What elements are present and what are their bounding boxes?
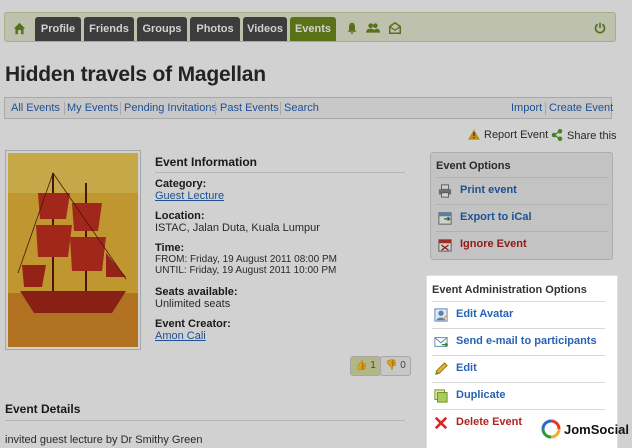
events-subnav: All Events My Events Pending Invitations…	[4, 97, 613, 119]
share-icon	[551, 129, 563, 142]
send-email-option[interactable]: Send e-mail to participants	[432, 328, 605, 354]
seats-field: Seats available: Unlimited seats	[155, 286, 238, 310]
event-information-heading: Event Information	[155, 155, 258, 169]
jomsocial-logo-icon	[541, 419, 561, 439]
duplicate-option[interactable]: Duplicate	[432, 382, 605, 408]
subnav-search[interactable]: Search	[284, 102, 319, 114]
tab-friends[interactable]: Friends	[84, 17, 134, 41]
event-details-heading: Event Details	[5, 402, 81, 416]
like-button[interactable]: 👍 1	[350, 356, 381, 376]
time-from: FROM: Friday, 19 August 2011 08:00 PM	[155, 254, 337, 265]
divider	[545, 102, 546, 115]
edit-option[interactable]: Edit	[432, 355, 605, 381]
event-options-panel: Event Options Print event Export to iCal…	[430, 152, 613, 260]
event-avatar	[5, 150, 141, 350]
dislike-button[interactable]: 👎 0	[380, 356, 411, 376]
subnav-all-events[interactable]: All Events	[11, 102, 60, 114]
export-ical-option[interactable]: Export to iCal	[436, 204, 609, 230]
tab-events[interactable]: Events	[290, 17, 336, 41]
report-event-link[interactable]: Report Event	[468, 129, 548, 141]
ignore-event-label: Ignore Event	[460, 238, 527, 250]
divider	[120, 102, 121, 115]
divider	[215, 102, 216, 115]
thumbs-up-icon: 👍	[355, 360, 368, 371]
calendar-export-icon	[438, 211, 452, 225]
pencil-icon	[434, 362, 448, 376]
email-icon	[434, 335, 449, 349]
export-ical-label: Export to iCal	[460, 211, 532, 223]
print-event-label: Print event	[460, 184, 517, 196]
seats-value: Unlimited seats	[155, 298, 231, 310]
tab-profile[interactable]: Profile	[35, 17, 81, 41]
edit-label: Edit	[456, 362, 477, 374]
location-value: ISTAC, Jalan Duta, Kuala Lumpur	[155, 222, 320, 234]
home-icon[interactable]	[8, 18, 30, 38]
delete-icon	[434, 416, 448, 430]
divider	[5, 420, 405, 421]
ignore-icon	[438, 238, 452, 252]
messages-icon[interactable]	[384, 18, 406, 38]
friends-icon[interactable]	[362, 18, 384, 38]
subnav-my-events[interactable]: My Events	[67, 102, 118, 114]
send-email-label: Send e-mail to participants	[456, 335, 597, 347]
time-until: UNTIL: Friday, 19 August 2011 10:00 PM	[155, 265, 337, 276]
event-options-heading: Event Options	[436, 160, 511, 172]
brand-name: JomSocial	[564, 421, 630, 437]
category-field: Category: Guest Lecture	[155, 178, 224, 202]
top-navigation: Profile Friends Groups Photos Videos Eve…	[4, 12, 616, 42]
category-label: Category:	[155, 178, 207, 190]
time-field: Time: FROM: Friday, 19 August 2011 08:00…	[155, 242, 337, 276]
power-icon[interactable]	[589, 18, 611, 38]
divider	[64, 102, 65, 115]
ship-image	[8, 153, 138, 347]
dislike-count: 0	[400, 360, 406, 371]
subnav-past-events[interactable]: Past Events	[220, 102, 279, 114]
event-admin-heading: Event Administration Options	[432, 284, 587, 296]
seats-label: Seats available:	[155, 286, 238, 298]
duplicate-label: Duplicate	[456, 389, 506, 401]
event-details-text: invited guest lecture by Dr Smithy Green	[5, 434, 203, 446]
edit-avatar-icon	[434, 308, 448, 322]
printer-icon	[438, 184, 452, 198]
thumbs-down-icon: 👎	[385, 360, 398, 371]
duplicate-icon	[434, 389, 448, 403]
tab-videos[interactable]: Videos	[243, 17, 287, 41]
creator-label: Event Creator:	[155, 318, 231, 330]
tab-photos[interactable]: Photos	[190, 17, 240, 41]
edit-avatar-option[interactable]: Edit Avatar	[432, 301, 605, 327]
subnav-pending-invitations[interactable]: Pending Invitations	[124, 102, 217, 114]
notifications-icon[interactable]	[341, 18, 363, 38]
page-title: Hidden travels of Magellan	[5, 63, 266, 86]
subnav-import[interactable]: Import	[511, 102, 542, 114]
subnav-create-event[interactable]: Create Event	[549, 102, 613, 114]
divider	[280, 102, 281, 115]
share-link[interactable]: Share this	[551, 129, 617, 142]
delete-event-label: Delete Event	[456, 416, 523, 428]
event-page: Profile Friends Groups Photos Videos Eve…	[0, 0, 632, 448]
event-information: Event Information	[155, 155, 405, 169]
ignore-event-option[interactable]: Ignore Event	[436, 231, 609, 257]
creator-field: Event Creator: Amon Cali	[155, 318, 231, 342]
edit-avatar-label: Edit Avatar	[456, 308, 514, 320]
share-label: Share this	[567, 130, 617, 142]
warning-icon	[468, 129, 480, 141]
divider	[155, 172, 405, 173]
tab-groups[interactable]: Groups	[137, 17, 187, 41]
time-label: Time:	[155, 242, 185, 254]
report-event-label: Report Event	[484, 129, 549, 141]
like-count: 1	[370, 360, 376, 371]
category-link[interactable]: Guest Lecture	[155, 190, 224, 202]
brand-logo: JomSocial	[541, 416, 629, 442]
print-event-option[interactable]: Print event	[436, 177, 609, 203]
location-label: Location:	[155, 210, 205, 222]
location-field: Location: ISTAC, Jalan Duta, Kuala Lumpu…	[155, 210, 320, 234]
creator-link[interactable]: Amon Cali	[155, 330, 231, 342]
